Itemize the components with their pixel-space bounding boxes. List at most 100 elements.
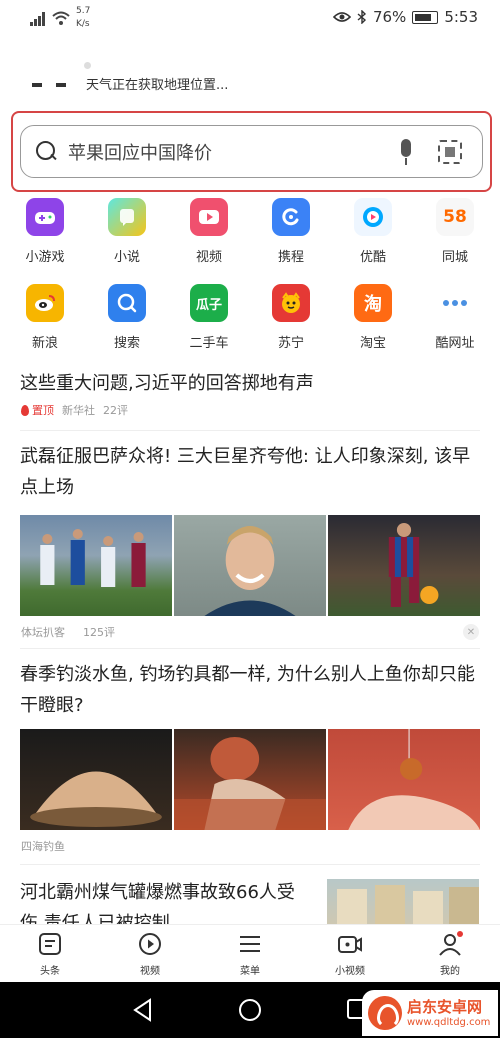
news-thumbnail	[174, 729, 326, 830]
net-speed-unit: K/s	[76, 19, 90, 29]
weather-placeholder-icon	[56, 83, 66, 87]
tab-label: 小视频	[335, 966, 365, 977]
dismiss-icon[interactable]: ✕	[463, 624, 479, 640]
app-youku[interactable]: 优酷	[343, 198, 403, 265]
watermark-url: www.qdltdg.com	[407, 1016, 491, 1028]
video-icon	[190, 198, 228, 236]
play-icon	[137, 931, 163, 957]
eye-icon	[332, 12, 351, 22]
tab-profile[interactable]: 我的	[420, 931, 480, 977]
more-icon	[436, 284, 474, 322]
app-label: 携程	[277, 250, 304, 265]
battery-icon	[412, 10, 439, 24]
back-icon[interactable]	[132, 998, 154, 1022]
news-source: 四海钓鱼	[21, 840, 65, 853]
news-item[interactable]: 春季钓淡水鱼, 钓场钓具都一样, 为什么别人上鱼你却只能干瞪眼? 四海钓鱼	[0, 649, 500, 854]
app-label: 新浪	[31, 336, 58, 351]
weather-loading-dot	[84, 62, 91, 69]
news-title: 春季钓淡水鱼, 钓场钓具都一样, 为什么别人上鱼你却只能干瞪眼?	[20, 664, 475, 716]
app-suning[interactable]: 苏宁	[261, 284, 321, 351]
wifi-icon	[52, 11, 70, 25]
net-speed-value: 5.7	[76, 6, 91, 16]
game-icon	[26, 198, 64, 236]
news-thumbnail	[328, 729, 480, 830]
signal-icon	[30, 12, 46, 26]
news-title: 武磊征服巴萨众将! 三大巨星齐夸他: 让人印象深刻, 该早点上场	[20, 446, 471, 498]
weather-widget[interactable]: 天气正在获取地理位置...	[32, 62, 229, 98]
app-more-sites[interactable]: 酷网址	[425, 284, 485, 351]
comment-count: 22评	[103, 404, 128, 417]
watermark: 启东安卓网 www.qdltdg.com	[362, 990, 498, 1036]
news-thumbnail	[20, 515, 172, 616]
news-feed: 这些重大问题,习近平的回答掷地有声 置顶 新华社 22评 武磊征服巴萨众将! 三…	[0, 368, 500, 945]
app-label: 同城	[441, 250, 468, 265]
status-bar: 5.7 K/s 76% 5:53	[0, 0, 500, 38]
app-label: 淘宝	[359, 336, 386, 351]
search-input[interactable]: 苹果回应中国降价	[20, 125, 483, 178]
news-item[interactable]: 这些重大问题,习近平的回答掷地有声 置顶 新华社 22评	[0, 368, 500, 430]
profile-icon	[437, 931, 463, 957]
search-placeholder: 苹果回应中国降价	[68, 142, 212, 164]
watermark-logo-icon	[368, 996, 402, 1030]
app-label: 优酷	[359, 250, 386, 265]
app-mini-games[interactable]: 小游戏	[15, 198, 75, 265]
comment-count: 125评	[83, 626, 115, 639]
flame-icon	[21, 404, 29, 416]
news-item[interactable]: 武磊征服巴萨众将! 三大巨星齐夸他: 让人印象深刻, 该早点上场 体坛扒客 12…	[0, 431, 500, 640]
news-title: 这些重大问题,习近平的回答掷地有声	[20, 373, 314, 394]
battery-percent: 76%	[372, 8, 407, 26]
app-tongcheng[interactable]: 58 同城	[425, 198, 485, 265]
tab-headlines[interactable]: 头条	[20, 931, 80, 977]
news-source: 体坛扒客	[21, 626, 65, 639]
tongcheng-icon: 58	[436, 198, 474, 236]
app-novels[interactable]: 小说	[97, 198, 157, 265]
ctrip-icon	[272, 198, 310, 236]
search-app-icon	[108, 284, 146, 322]
tab-short-video[interactable]: 小视频	[320, 931, 380, 977]
news-thumbnail	[20, 729, 172, 830]
app-label: 苏宁	[277, 336, 304, 351]
app-taobao[interactable]: 淘 淘宝	[343, 284, 403, 351]
bottom-tab-bar: 头条 视频 菜单 小视频 我的	[0, 924, 500, 982]
search-icon	[36, 140, 58, 163]
weather-text: 天气正在获取地理位置...	[86, 77, 229, 93]
app-used-cars[interactable]: 瓜子 二手车	[179, 284, 239, 351]
app-label: 小游戏	[25, 250, 65, 265]
novel-icon	[108, 198, 146, 236]
pinned-tag: 置顶	[21, 402, 54, 418]
tab-label: 头条	[40, 966, 60, 977]
app-ctrip[interactable]: 携程	[261, 198, 321, 265]
youku-icon	[354, 198, 392, 236]
tab-label: 菜单	[240, 966, 260, 977]
bluetooth-icon	[357, 10, 366, 24]
scan-icon[interactable]	[438, 139, 462, 164]
guazi-icon: 瓜子	[190, 284, 228, 322]
app-grid: 小游戏 小说 视频 携程 优酷 58 同城 新浪 搜索 瓜子 二手车 苏宁 淘 …	[0, 198, 500, 370]
tab-menu[interactable]: 菜单	[220, 931, 280, 977]
app-label: 搜索	[113, 336, 140, 351]
app-label: 小说	[113, 250, 140, 265]
camera-icon	[337, 931, 363, 957]
clock: 5:53	[444, 8, 478, 26]
menu-icon	[237, 931, 263, 957]
app-label: 视频	[195, 250, 222, 265]
app-row: 小游戏 小说 视频 携程 优酷 58 同城	[0, 198, 500, 284]
sina-icon	[26, 284, 64, 322]
app-search[interactable]: 搜索	[97, 284, 157, 351]
app-label: 二手车	[189, 336, 229, 351]
app-row: 新浪 搜索 瓜子 二手车 苏宁 淘 淘宝 酷网址	[0, 284, 500, 370]
weather-placeholder-icon	[32, 83, 42, 87]
taobao-icon: 淘	[354, 284, 392, 322]
news-source: 新华社	[62, 404, 95, 417]
app-video[interactable]: 视频	[179, 198, 239, 265]
app-label: 酷网址	[435, 336, 475, 351]
net-speed: 5.7 K/s	[76, 5, 90, 31]
tab-label: 视频	[140, 966, 160, 977]
tab-video[interactable]: 视频	[120, 931, 180, 977]
tab-label: 我的	[440, 966, 460, 977]
app-sina[interactable]: 新浪	[15, 284, 75, 351]
microphone-icon[interactable]	[398, 138, 414, 165]
headlines-icon	[37, 931, 63, 957]
home-icon[interactable]	[238, 998, 262, 1022]
news-thumbnail	[174, 515, 326, 616]
